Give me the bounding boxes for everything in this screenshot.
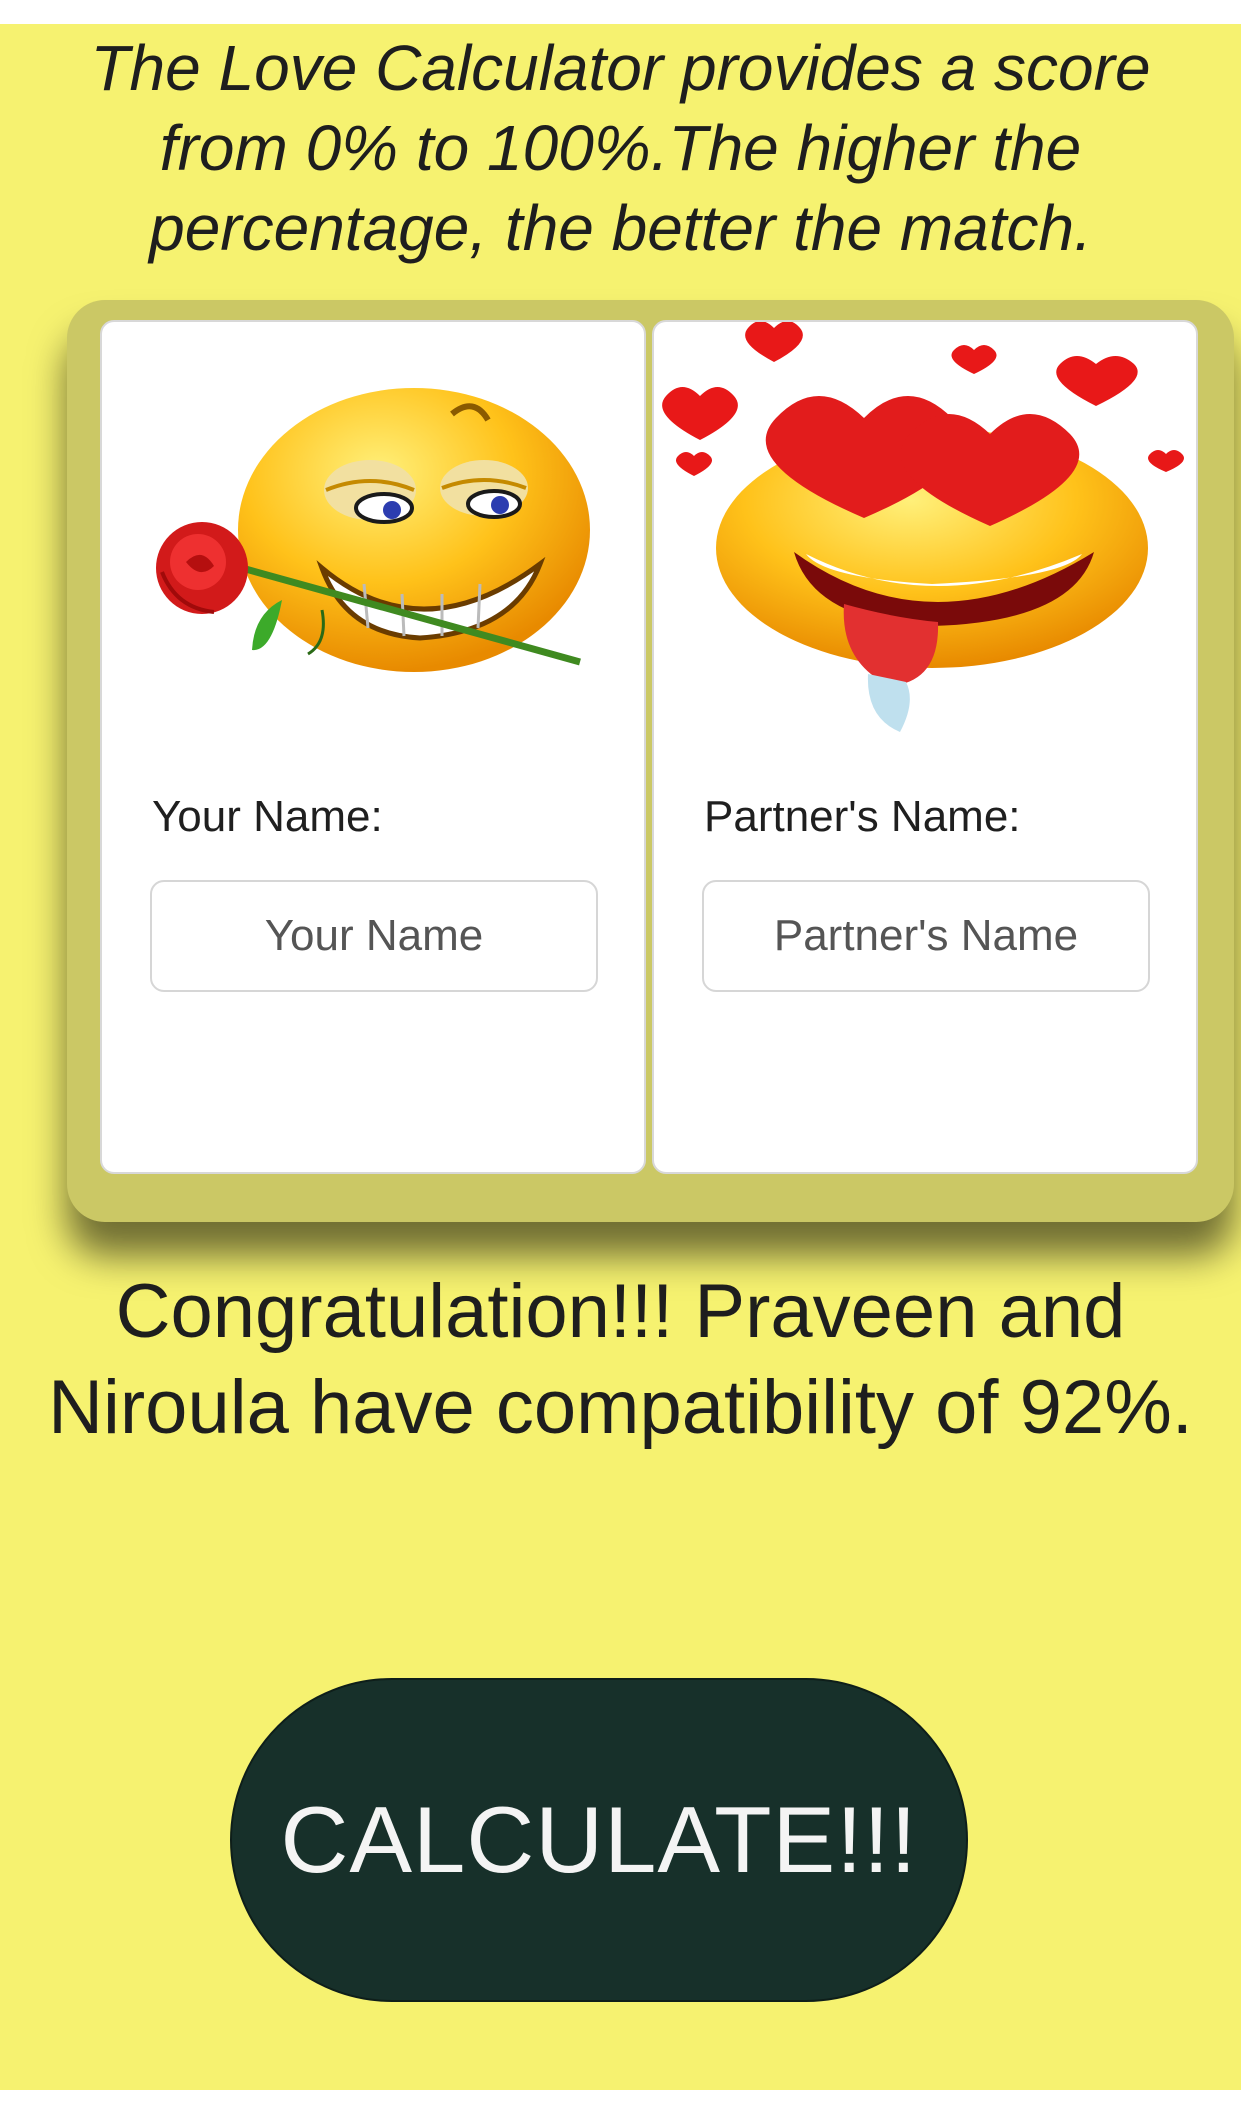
intro-text: The Love Calculator provides a score fro… — [90, 32, 1151, 264]
your-name-label: Your Name: — [152, 792, 383, 841]
names-panel: Your Name: Your Name Partner's Name: Par… — [67, 300, 1234, 1222]
your-name-input[interactable] — [150, 880, 598, 992]
partner-name-input[interactable] — [702, 880, 1150, 992]
calculate-button[interactable]: CALCULATE!!! — [230, 1678, 968, 2002]
partner-name-label: Partner's Name: — [704, 792, 1021, 841]
smiley-with-hearts-icon — [662, 322, 1184, 732]
your-name-card: Your Name: — [100, 320, 646, 1174]
smiley-with-rose-icon — [156, 388, 590, 672]
partner-name-card: Partner's Name: — [652, 320, 1198, 1174]
love-calculator-page: The Love Calculator provides a score fro… — [0, 24, 1241, 2090]
result-text: Congratulation!!! Praveen and Niroula ha… — [48, 1269, 1193, 1450]
